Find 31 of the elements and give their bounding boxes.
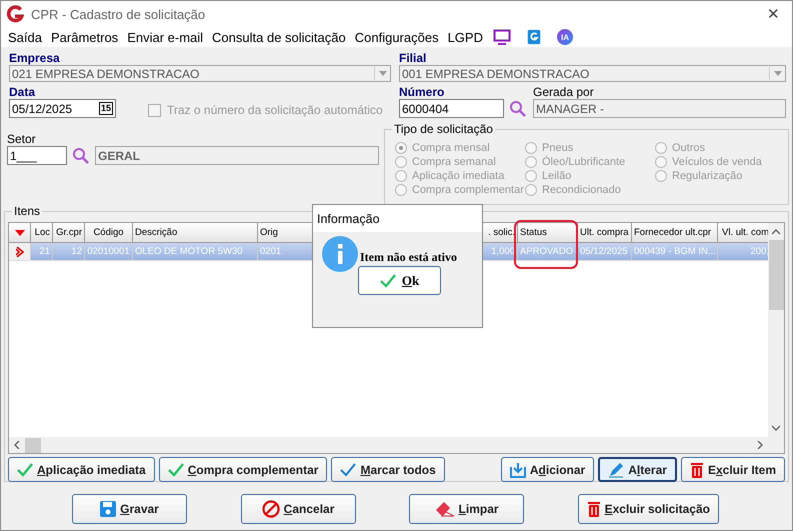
table-cell: APROVADO — [518, 243, 578, 260]
group-title: Tipo de solicitação — [392, 122, 495, 136]
table-cell: 02010001 — [85, 243, 133, 260]
radio-label: Veículos de venda — [672, 156, 762, 168]
radio-label: Recondicionado — [542, 184, 621, 196]
radio-label: Leilão — [542, 170, 572, 182]
radio-label: Compra mensal — [412, 142, 490, 154]
dialog-title: Informação — [317, 212, 380, 226]
field-label: Número — [399, 85, 446, 99]
table-cell: 05/12/2025 — [578, 243, 632, 260]
window-title: CPR - Cadastro de solicitação — [31, 6, 206, 22]
field-label: Data — [9, 85, 36, 99]
field-label: Setor — [7, 132, 37, 146]
checkbox-label: Traz o número da solicitação automático — [167, 103, 383, 117]
radio-label: Pneus — [542, 142, 574, 154]
table-cell: OLEO DE MOTOR 5W30 — [133, 243, 258, 260]
radio-label: Aplicação imediata — [412, 170, 504, 182]
radio-label: Compra complementar — [412, 184, 524, 196]
generated-by-field: MANAGER - — [533, 99, 786, 118]
radio-label: Compra semanal — [412, 156, 496, 168]
field-label: Gerada por — [533, 85, 595, 99]
radio-label: Outros — [672, 142, 706, 154]
radio-label: Óleo/Lubrificante — [542, 156, 626, 168]
table-cell: 12 — [53, 243, 85, 260]
table-cell: 000439 - BGM IN... — [632, 243, 718, 260]
radio-label: Regularização — [672, 170, 742, 182]
table-cell: 21 — [31, 243, 53, 260]
field-label: Empresa — [9, 51, 61, 65]
sector-name-field: GERAL — [95, 146, 379, 165]
group-title: Itens — [12, 204, 42, 218]
field-label: Filial — [399, 51, 428, 65]
